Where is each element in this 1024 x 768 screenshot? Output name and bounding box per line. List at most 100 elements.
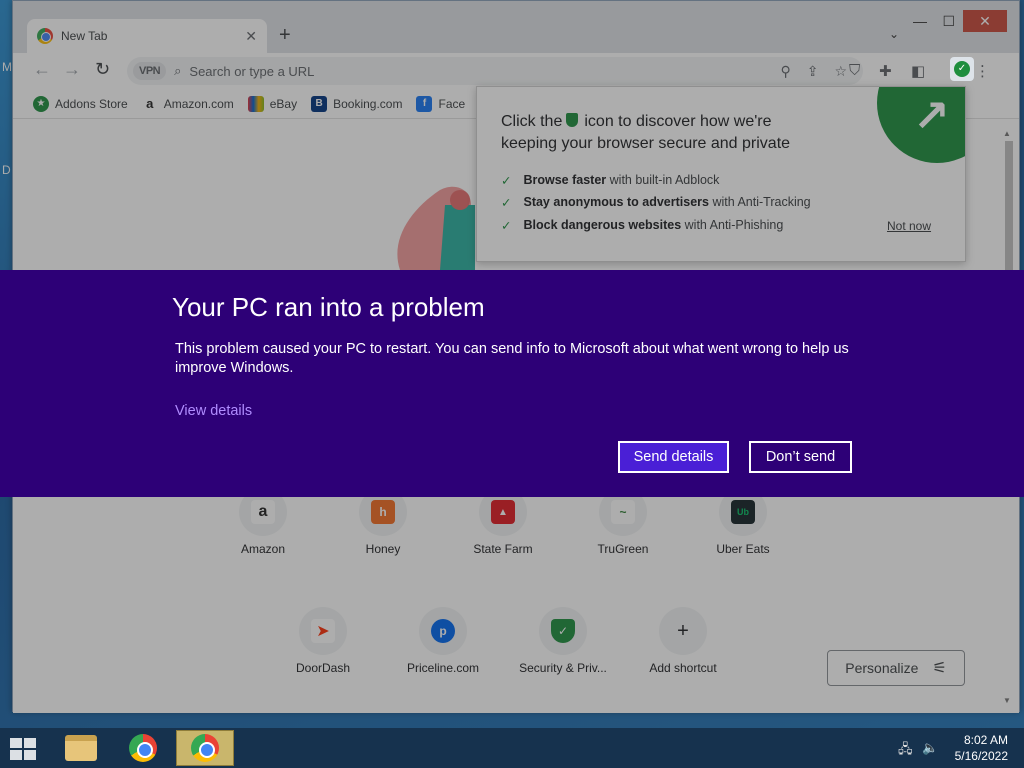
- shortcut-honey[interactable]: h Honey: [333, 488, 433, 556]
- crash-title: Your PC ran into a problem: [172, 292, 485, 322]
- shortcut-label: Priceline.com: [406, 661, 480, 675]
- close-window-button[interactable]: ✕: [963, 10, 1007, 32]
- security-extension-button[interactable]: ✓: [950, 57, 974, 81]
- dont-send-button[interactable]: Don’t send: [749, 441, 852, 473]
- menu-kebab-icon[interactable]: ⋮: [975, 62, 990, 80]
- bookmark-label: Addons Store: [55, 96, 128, 111]
- minimize-button[interactable]: —: [913, 13, 927, 29]
- bookmark-item[interactable]: f Face: [416, 95, 466, 112]
- check-icon: ✓: [501, 174, 512, 188]
- check-icon: ✓: [501, 219, 512, 233]
- crash-dialog: Your PC ran into a problem This problem …: [0, 270, 1024, 497]
- chrome-favicon-icon: [37, 28, 53, 44]
- shortcut-state-farm[interactable]: ▲ State Farm: [453, 488, 553, 556]
- bookmark-label: Face: [438, 96, 466, 111]
- forward-arrow-icon[interactable]: →: [63, 59, 81, 80]
- tab-new-tab[interactable]: New Tab ✕: [27, 19, 267, 53]
- chrome-taskbar-button[interactable]: [114, 730, 172, 766]
- side-panel-icon[interactable]: ◧: [911, 62, 925, 80]
- shortcut-label: DoorDash: [295, 661, 351, 675]
- shortcut-uber-eats[interactable]: Ub Uber Eats: [693, 488, 793, 556]
- not-now-link[interactable]: Not now: [887, 219, 931, 233]
- shortcut-security-privacy[interactable]: ✓ Security & Priv...: [513, 607, 613, 675]
- shortcut-icon-bg: ✓: [539, 607, 587, 655]
- shortcut-doordash[interactable]: ➤ DoorDash: [273, 607, 373, 675]
- sliders-icon: ⚟: [932, 660, 947, 677]
- check-icon: ✓: [501, 196, 512, 210]
- folder-icon: [65, 735, 97, 761]
- secure-browser-icon: [191, 734, 219, 762]
- tab-strip: New Tab ✕ + ⌄ — ☐ ✕: [13, 1, 1019, 53]
- bookmark-item[interactable]: a Amazon.com: [141, 95, 234, 112]
- desktop-icon-fragment-d: D: [2, 163, 11, 177]
- honey-icon: h: [371, 500, 395, 524]
- bookmark-item[interactable]: eBay: [247, 95, 298, 112]
- shortcut-label: Add shortcut: [649, 661, 717, 675]
- facebook-icon: f: [416, 95, 433, 112]
- shortcut-add[interactable]: + Add shortcut: [633, 607, 733, 675]
- security-shield-icon: ✓: [551, 619, 575, 643]
- feature-text: with built-in Adblock: [606, 173, 720, 187]
- feature-bold: Browse faster: [523, 173, 607, 187]
- desktop-icon-fragment-m: M: [2, 60, 12, 74]
- clock-time: 8:02 AM: [963, 733, 1008, 747]
- tab-close-icon[interactable]: ✕: [245, 28, 257, 45]
- feature-text: with Anti-Tracking: [708, 195, 811, 209]
- tab-title: New Tab: [61, 29, 108, 43]
- bookmark-label: Booking.com: [333, 96, 403, 111]
- shortcut-label: TruGreen: [597, 542, 649, 556]
- shortcut-priceline[interactable]: p Priceline.com: [393, 607, 493, 675]
- shortcut-label: Amazon: [240, 542, 286, 556]
- scroll-up-icon[interactable]: ▲: [1003, 129, 1011, 138]
- popup-heading-part1: Click the: [501, 113, 563, 130]
- adblock-shield-icon[interactable]: ⛉: [849, 62, 860, 79]
- shortcut-trugreen[interactable]: ~ TruGreen: [573, 488, 673, 556]
- shortcut-label: Uber Eats: [716, 542, 770, 556]
- bookmark-item[interactable]: ★ Addons Store: [33, 95, 128, 112]
- plus-icon: +: [677, 619, 689, 642]
- shortcut-amazon[interactable]: a Amazon: [213, 488, 313, 556]
- scroll-down-icon[interactable]: ▼: [1003, 696, 1011, 705]
- tab-search-icon[interactable]: ⌄: [889, 27, 899, 41]
- vpn-icon[interactable]: VPN: [133, 62, 167, 80]
- scrollbar-thumb[interactable]: [1005, 141, 1013, 281]
- network-icon[interactable]: 🖧: [898, 740, 913, 762]
- popup-heading-line2: keeping your browser secure and private: [501, 135, 791, 152]
- omnibox[interactable]: VPN ⌕ Search or type a URL ⚲ ⇪ ☆: [127, 57, 863, 85]
- location-pin-icon[interactable]: ⚲: [780, 63, 790, 80]
- state-farm-icon: ▲: [491, 500, 515, 524]
- omnibox-input[interactable]: Search or type a URL: [189, 64, 780, 79]
- maximize-button[interactable]: ☐: [942, 13, 955, 30]
- share-icon[interactable]: ⇪: [807, 63, 819, 80]
- bookmark-label: eBay: [269, 96, 298, 111]
- secure-browser-taskbar-button[interactable]: [176, 730, 234, 766]
- view-details-link[interactable]: View details: [175, 403, 252, 419]
- new-tab-button[interactable]: +: [279, 24, 291, 47]
- shield-icon: [566, 113, 579, 127]
- bookmark-item[interactable]: B Booking.com: [311, 95, 403, 112]
- back-arrow-icon[interactable]: ←: [33, 59, 51, 80]
- amazon-icon: a: [141, 95, 158, 112]
- shortcut-label: Honey: [365, 542, 401, 556]
- bookmark-star-icon[interactable]: ☆: [834, 63, 847, 80]
- feature-bold: Stay anonymous to advertisers: [523, 195, 709, 209]
- send-details-button[interactable]: Send details: [618, 441, 729, 473]
- trugreen-icon: ~: [611, 500, 635, 524]
- clock[interactable]: 8:02 AM 5/16/2022: [955, 732, 1008, 764]
- volume-muted-icon[interactable]: 🔈: [922, 740, 938, 756]
- search-icon: ⌕: [174, 63, 182, 78]
- feature-item: ✓ Stay anonymous to advertisers with Ant…: [501, 195, 811, 210]
- toolbar: ← → ↻ VPN ⌕ Search or type a URL ⚲ ⇪ ☆ ⛉…: [13, 53, 1019, 89]
- booking-icon: B: [311, 95, 328, 112]
- bookmark-label: Amazon.com: [163, 96, 234, 111]
- reload-icon[interactable]: ↻: [95, 59, 110, 80]
- personalize-label: Personalize: [845, 660, 919, 676]
- personalize-button[interactable]: Personalize ⚟: [827, 650, 965, 686]
- file-explorer-taskbar-button[interactable]: [52, 730, 110, 766]
- shortcut-label: Security & Priv...: [519, 661, 607, 675]
- windows-start-icon[interactable]: [10, 738, 38, 760]
- popup-heading-part2: icon to discover how we're: [584, 113, 772, 130]
- feature-bold: Block dangerous websites: [523, 218, 682, 232]
- extensions-puzzle-icon[interactable]: ✚: [879, 62, 892, 80]
- ebay-icon: [247, 95, 264, 112]
